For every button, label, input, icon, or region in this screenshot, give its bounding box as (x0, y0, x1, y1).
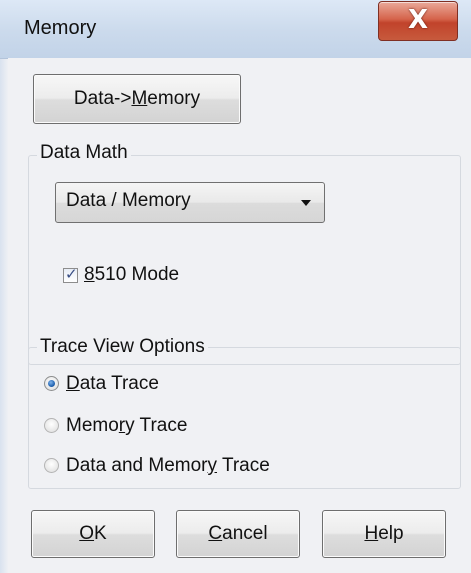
data-math-dropdown[interactable]: Data / Memory (55, 182, 325, 223)
mode-8510-checkbox[interactable]: ✓ (63, 265, 78, 283)
close-button[interactable]: X (378, 1, 458, 41)
trace-view-options-title: Trace View Options (37, 336, 208, 358)
help-button[interactable]: Help (322, 510, 446, 558)
title-bar[interactable]: Memory X (0, 0, 471, 59)
memory-trace-label[interactable]: Memory Trace (66, 415, 187, 437)
cancel-button[interactable]: Cancel (176, 510, 300, 558)
data-to-memory-label: Data->Memory (73, 88, 201, 109)
data-trace-label[interactable]: Data Trace (66, 373, 159, 395)
checkmark-icon: ✓ (65, 265, 78, 283)
dialog-client-area: Data->Memory Data Math Data / Memory ✓ 8… (8, 58, 471, 573)
memory-trace-radio[interactable] (44, 418, 59, 433)
data-to-memory-button[interactable]: Data->Memory (33, 74, 241, 124)
mode-8510-label[interactable]: 8510 Mode (84, 264, 179, 286)
dropdown-arrow-icon (301, 200, 311, 206)
ok-label: OK (79, 523, 107, 544)
data-and-memory-trace-label[interactable]: Data and Memory Trace (66, 455, 270, 477)
window-left-border (0, 0, 8, 573)
close-icon: X (407, 5, 429, 35)
ok-button[interactable]: OK (31, 510, 155, 558)
window-title: Memory (24, 17, 97, 39)
data-math-group-title: Data Math (37, 142, 131, 164)
help-label: Help (364, 523, 404, 544)
data-and-memory-trace-radio[interactable] (44, 458, 59, 473)
cancel-label: Cancel (208, 523, 268, 544)
radio-selected-dot (48, 380, 55, 387)
memory-dialog: Memory X Data->Memory Data Math Data / M… (0, 0, 471, 573)
data-math-dropdown-value: Data / Memory (66, 190, 191, 211)
data-trace-radio[interactable] (44, 376, 59, 391)
